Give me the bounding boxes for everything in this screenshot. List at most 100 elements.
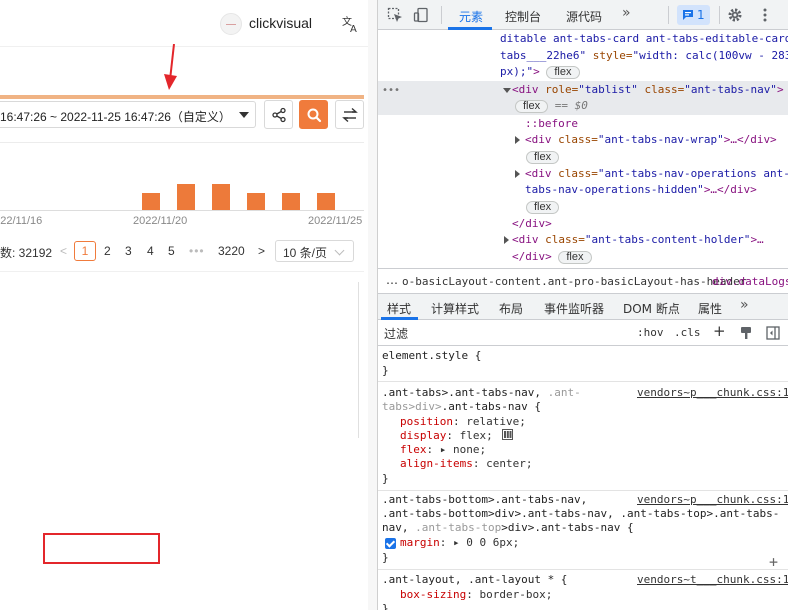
style-rule: .ant-layout, .ant-layout * { vendors~t__… (378, 571, 788, 610)
expand-triangle-icon[interactable] (503, 88, 511, 93)
add-property-icon[interactable]: + (769, 555, 778, 570)
breadcrumb-item-current[interactable]: div.dataLogs (712, 275, 788, 288)
next-page-button[interactable]: > (258, 244, 265, 258)
histogram-bar[interactable] (177, 184, 195, 210)
flex-badge[interactable]: flex (526, 150, 560, 164)
dom-line: <div class="ant-tabs-nav-operations ant- (525, 166, 788, 183)
property-value: : center; (472, 457, 533, 470)
brand-logo[interactable] (220, 13, 242, 35)
tab-dom-breakpoints[interactable]: DOM 断点 (623, 300, 680, 317)
histogram-bar[interactable] (317, 193, 335, 210)
dom-line: </div> (512, 216, 552, 233)
more-tabs-icon[interactable]: » (740, 297, 749, 313)
attr-value: ditable ant-tabs-card ant-tabs-editable-… (500, 32, 788, 45)
tab-computed[interactable]: 计算样式 (431, 300, 479, 317)
time-range-picker[interactable]: 16:47:26 ~ 2022-11-25 16:47:26（自定义） (0, 101, 256, 128)
rule-selector[interactable]: .ant-layout, .ant-layout * { (382, 573, 567, 588)
stylesheet-link[interactable]: vendors~p___chunk.css:1 (637, 493, 788, 508)
share-button[interactable] (264, 100, 293, 129)
rule-selector[interactable]: .ant-tabs>.ant-tabs-nav, .ant- (382, 386, 581, 401)
styles-filter-bar: 过滤 :hov .cls + (378, 320, 788, 346)
kebab-menu-icon[interactable] (761, 7, 769, 23)
prev-page-button[interactable]: < (60, 244, 67, 258)
rule-selector[interactable]: .ant-tabs-bottom>.ant-tabs-nav, (382, 493, 587, 508)
rule-selector[interactable]: nav, .ant-tabs-top>div>.ant-tabs-nav { (382, 521, 634, 536)
page-size-select[interactable]: 10 条/页 (275, 240, 354, 262)
paintbrush-icon[interactable] (739, 326, 753, 340)
tag-bracket: > (776, 83, 784, 96)
more-tabs-icon[interactable]: » (622, 5, 631, 21)
css-property[interactable]: position: relative; (400, 415, 526, 430)
page-5-button[interactable]: 5 (168, 244, 175, 258)
histogram-bar[interactable] (142, 193, 160, 210)
css-property[interactable]: box-sizing: border-box; (400, 588, 552, 603)
histogram-bar[interactable] (282, 193, 300, 210)
flexbox-editor-icon[interactable] (502, 429, 514, 440)
new-style-rule-button[interactable]: + (713, 322, 726, 340)
rule-selector[interactable]: tabs>div>.ant-tabs-nav { (382, 400, 541, 415)
dom-line: px);"> flex (500, 64, 580, 81)
histogram-bar[interactable] (212, 184, 230, 210)
flex-badge[interactable]: flex (526, 200, 560, 214)
flex-badge[interactable]: flex (515, 99, 549, 113)
dom-tree[interactable]: ••• ditable ant-tabs-card ant-tabs-edita… (378, 30, 788, 268)
class-toggle[interactable]: .cls (674, 326, 701, 339)
flex-badge[interactable]: flex (558, 250, 592, 264)
selector-part: >div>.ant-tabs-nav { (501, 521, 634, 534)
search-button[interactable] (299, 100, 328, 129)
property-enabled-checkbox[interactable] (385, 538, 396, 549)
styles-pane[interactable]: element.style { } .ant-tabs>.ant-tabs-na… (378, 346, 788, 610)
tab-properties[interactable]: 属性 (698, 300, 722, 317)
node-actions-dots[interactable]: ••• (382, 83, 400, 100)
issues-badge[interactable]: 1 (677, 5, 710, 25)
expand-triangle-icon[interactable] (504, 236, 509, 244)
breadcrumb-item[interactable]: o-basicLayout-content.ant-pro-basicLayou… (402, 275, 746, 288)
inspect-element-icon[interactable] (387, 7, 403, 23)
stylesheet-link[interactable]: vendors~t___chunk.css:1 (637, 573, 788, 588)
hover-state-toggle[interactable]: :hov (637, 326, 664, 339)
brand-name[interactable]: clickvisual (249, 15, 312, 31)
page-2-button[interactable]: 2 (104, 244, 111, 258)
css-property[interactable]: align-items: center; (400, 457, 532, 472)
breadcrumb-overflow[interactable]: … (386, 273, 398, 287)
stylesheet-link[interactable]: vendors~p___chunk.css:1 (637, 386, 788, 401)
devtools-toolbar: 元素 控制台 源代码 » 1 (378, 0, 788, 30)
toggle-sidebar-icon[interactable] (766, 326, 780, 340)
attr-name: class= (551, 133, 598, 146)
rule-selector[interactable]: .ant-tabs-bottom>div>.ant-tabs-nav, .ant… (382, 507, 779, 522)
last-page-button[interactable]: 3220 (218, 244, 245, 258)
app-scrollbar[interactable] (368, 0, 377, 610)
log-histogram-chart[interactable]: 2022/11/16 2022/11/20 2022/11/25 (0, 143, 364, 235)
tab-event-listeners[interactable]: 事件监听器 (544, 300, 604, 317)
property-name: align-items (400, 457, 473, 470)
red-highlight-annotation (43, 533, 160, 564)
styles-filter-input[interactable]: 过滤 (384, 325, 408, 342)
css-property[interactable]: margin: ▸ 0 0 6px; (400, 536, 519, 551)
css-property[interactable]: flex: ▸ none; (400, 443, 486, 458)
histogram-bar[interactable] (247, 193, 265, 210)
table-divider (0, 271, 364, 272)
tab-styles[interactable]: 样式 (387, 300, 411, 317)
tab-elements[interactable]: 元素 (459, 8, 483, 25)
page-jump-next[interactable]: ••• (189, 244, 205, 258)
dom-line: <div class="ant-tabs-nav-wrap">…</div> (525, 132, 777, 149)
flex-badge[interactable]: flex (546, 65, 580, 79)
translate-icon[interactable]: 文 A (341, 14, 361, 34)
expand-triangle-icon[interactable] (515, 136, 520, 144)
dom-line: ::before (525, 116, 578, 133)
swap-button[interactable] (335, 100, 364, 129)
tab-console[interactable]: 控制台 (505, 8, 541, 25)
expand-triangle-icon[interactable] (515, 170, 520, 178)
total-count: 数: 32192 (0, 246, 53, 260)
issues-count: 1 (697, 8, 705, 22)
tab-sources[interactable]: 源代码 (566, 8, 602, 25)
page-3-button[interactable]: 3 (125, 244, 132, 258)
css-property[interactable]: display: flex; (400, 429, 514, 444)
device-toolbar-icon[interactable] (413, 7, 429, 23)
page-4-button[interactable]: 4 (147, 244, 154, 258)
page-1-button[interactable]: 1 (74, 241, 96, 261)
tab-layout[interactable]: 布局 (499, 300, 523, 317)
property-value: : flex; (446, 429, 493, 442)
gear-icon[interactable] (727, 7, 743, 23)
rule-selector[interactable]: element.style { (382, 349, 481, 364)
